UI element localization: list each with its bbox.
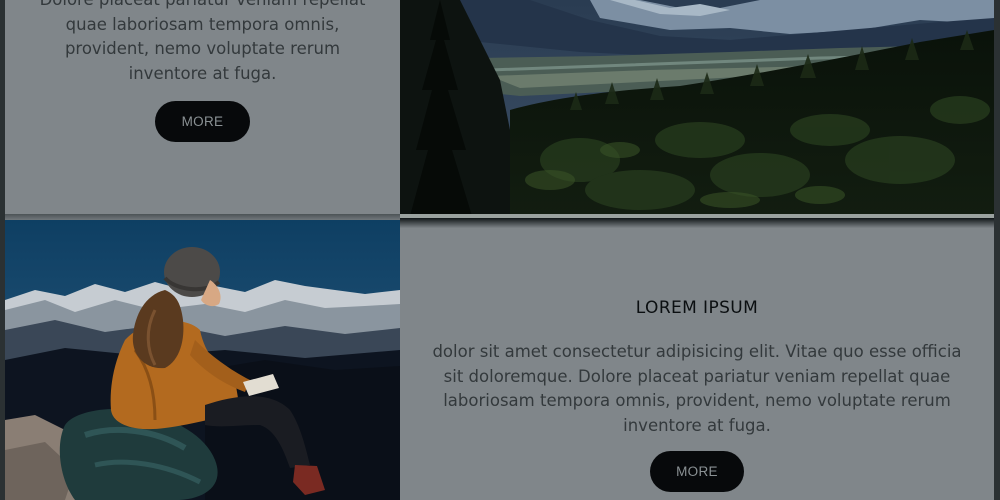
divider-shadow — [400, 218, 994, 228]
bottom-more-button[interactable]: MORE — [650, 451, 744, 492]
right-edge-shadow — [994, 0, 1000, 500]
top-text-card: Dolore placeat pariatur veniam repellat … — [5, 0, 400, 216]
hiker-reading-image — [5, 220, 400, 500]
page: Dolore placeat pariatur veniam repellat … — [0, 0, 1000, 500]
top-more-button[interactable]: MORE — [155, 101, 250, 142]
mountain-valley-image — [400, 0, 994, 216]
top-card-body-text: Dolore placeat pariatur veniam repellat … — [40, 0, 366, 83]
bottom-card-body-text: dolor sit amet consectetur adipisicing e… — [432, 342, 962, 435]
bottom-card-heading: LOREM IPSUM — [635, 298, 759, 318]
bottom-text-card: LOREM IPSUM dolor sit amet consectetur a… — [400, 228, 994, 500]
